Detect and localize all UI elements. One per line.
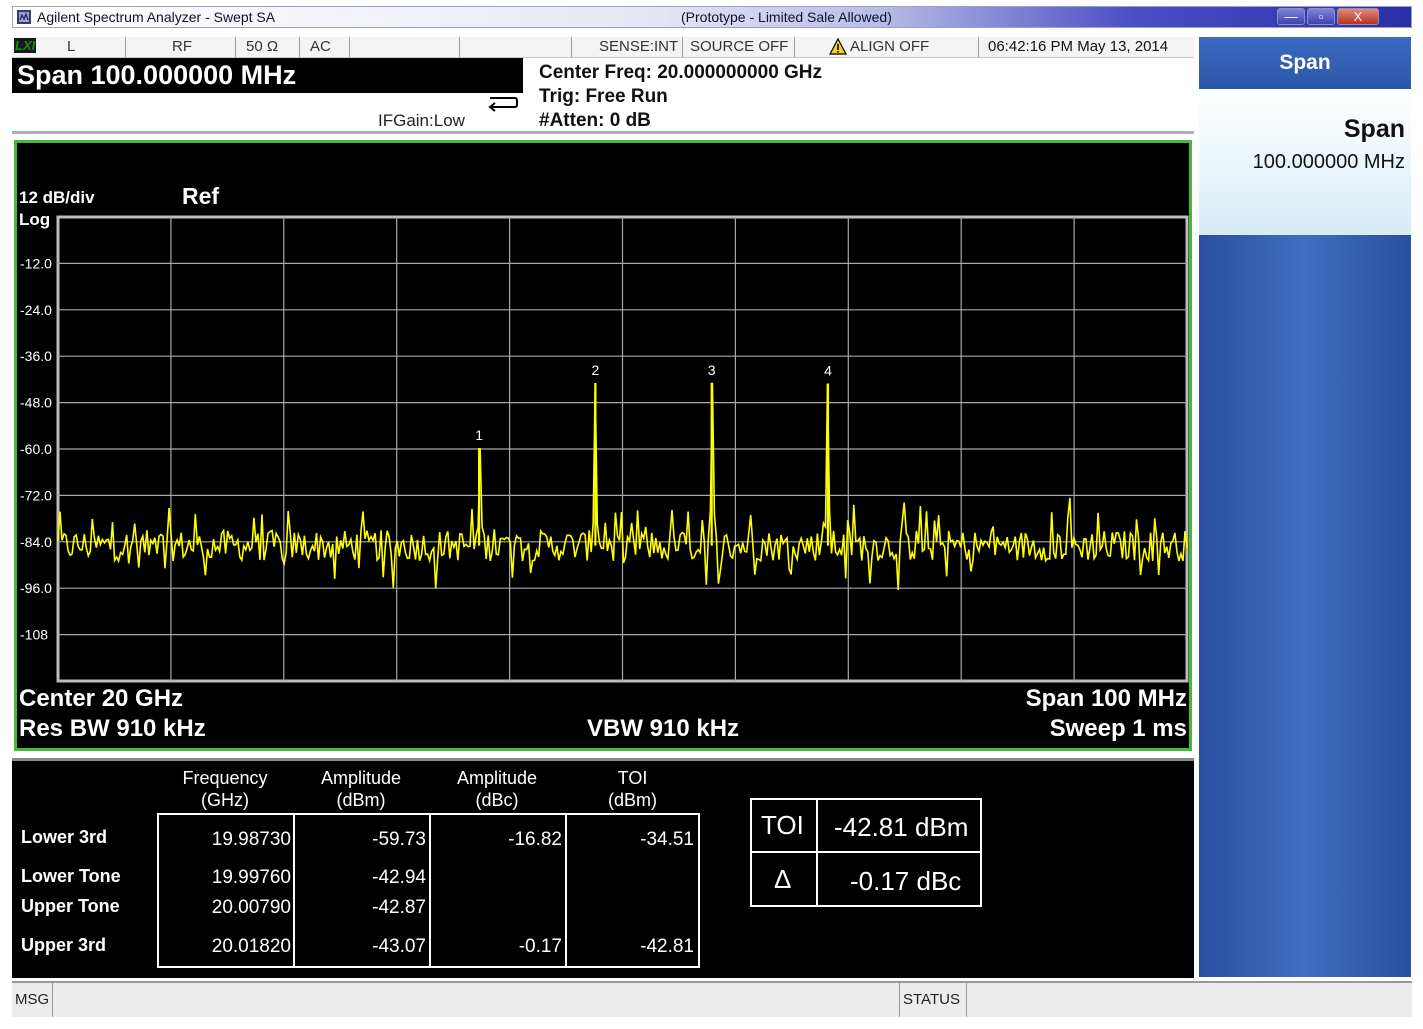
lxi-indicator: LXI	[14, 38, 37, 53]
y-tick-label: -96.0	[20, 580, 52, 596]
toi-summary-value: -42.81 dBm	[834, 812, 969, 842]
res-bw-label: Res BW 910 kHz	[19, 715, 206, 742]
ifgain-indicator: IFGain:Low	[378, 111, 465, 130]
maximize-button[interactable]: ▫	[1307, 8, 1335, 25]
row-label-lower-3rd: Lower 3rd	[21, 827, 108, 847]
toi-results-panel: Frequency (GHz) Amplitude (dBm) Amplitude(…	[12, 758, 1194, 978]
col-header-amplitude-dbc: Amplitude (dBc)	[456, 768, 538, 810]
span-label: Span 100 MHz	[1025, 685, 1187, 712]
col-header-amplitude-dbm: Amplitude (dBm)	[320, 768, 402, 810]
center-label: Center 20 GHz	[19, 685, 184, 712]
warning-icon	[829, 38, 847, 55]
align-indicator: ALIGN OFF	[850, 38, 930, 55]
toi-summary-box: TOI -42.81 dBm Δ -0.17 dBc	[750, 798, 982, 907]
marker-label: 1	[475, 427, 483, 443]
col-header-toi: TOI (dBm)	[608, 768, 657, 810]
measurement-settings: Center Freq: 20.000000000 GHz Trig: Free…	[539, 61, 822, 133]
cell-toi: -34.51	[640, 829, 694, 850]
cell-amp-dbm: -43.07	[372, 936, 426, 957]
vbw-label: VBW 910 kHz	[587, 715, 740, 742]
row-label-lower-tone: Lower Tone	[21, 866, 121, 886]
msg-label: MSG	[15, 991, 50, 1008]
y-tick-label: -60.0	[20, 441, 52, 457]
impedance-indicator: 50 Ω	[246, 38, 279, 55]
span-softkey-value: 100.000000 MHz	[1252, 151, 1405, 173]
header-divider	[12, 131, 1194, 134]
y-tick-label: -24.0	[20, 302, 52, 318]
y-tick-label: -36.0	[20, 348, 52, 364]
sense-indicator: SENSE:INT	[599, 38, 679, 55]
toi-summary-label: TOI	[761, 810, 804, 840]
cell-freq: 20.00790	[211, 897, 291, 918]
cell-amp-dbm: -42.87	[372, 897, 426, 918]
cell-amp-dbc: -0.17	[518, 936, 562, 957]
softkey-menu-title: Span	[1199, 37, 1411, 89]
col-header-frequency: Frequency (GHz)	[182, 768, 268, 810]
y-tick-label: -108	[20, 627, 48, 643]
window-title: Agilent Spectrum Analyzer - Swept SA	[37, 9, 276, 25]
window-subtitle: (Prototype - Limited Sale Allowed)	[681, 9, 892, 25]
status-bar: LXI L RF 50 Ω AC SENSE:INT SOURCE OFF AL…	[12, 37, 1194, 58]
row-label-upper-tone: Upper Tone	[21, 896, 120, 916]
y-tick-label: -48.0	[20, 395, 52, 411]
message-bar: MSG STATUS	[12, 981, 1412, 1017]
span-softkey-label: Span	[1343, 115, 1405, 143]
cell-freq: 20.01820	[211, 936, 291, 957]
marker-label: 3	[708, 362, 716, 378]
span-softkey[interactable]: Span 100.000000 MHz	[1199, 89, 1411, 235]
trig-label: Trig: Free Run	[539, 86, 668, 107]
status-label[interactable]: STATUS	[903, 991, 960, 1008]
marker-label: 4	[824, 363, 832, 379]
datetime: 06:42:16 PM May 13, 2014	[988, 38, 1169, 55]
rf-indicator: RF	[172, 38, 192, 55]
delta-summary-label: Δ	[774, 864, 792, 894]
row-label-upper-3rd: Upper 3rd	[21, 935, 107, 955]
continuous-sweep-icon	[488, 97, 518, 112]
spectrum-display: 12 dB/div Log Ref -12.0 -24.0 -36.0 -48.0 -6…	[14, 140, 1192, 751]
cell-amp-dbm: -42.94	[372, 867, 426, 888]
cell-amp-dbm: -59.73	[372, 829, 426, 850]
atten-label: #Atten: 0 dB	[539, 110, 651, 131]
minimize-button[interactable]: —	[1277, 8, 1305, 25]
marker-label: 2	[592, 362, 600, 378]
cell-toi: -42.81	[640, 936, 694, 957]
local-indicator: L	[67, 38, 76, 55]
center-freq-label: Center Freq: 20.000000000 GHz	[539, 62, 823, 83]
sweep-label: Sweep 1 ms	[1049, 715, 1187, 742]
trace-plot: -12.0 -24.0 -36.0 -48.0 -60.0 -72.0 -84.0 -96.0…	[20, 215, 1189, 683]
y-tick-label: -72.0	[20, 487, 52, 503]
app-icon	[17, 10, 31, 24]
delta-summary-value: -0.17 dBc	[850, 866, 962, 896]
cell-freq: 19.99760	[211, 867, 291, 888]
close-button[interactable]: X	[1337, 8, 1379, 25]
source-indicator: SOURCE OFF	[690, 38, 789, 55]
active-function-span: Span 100.000000 MHz	[12, 58, 523, 93]
y-tick-label: -12.0	[20, 255, 52, 271]
window-titlebar[interactable]: Agilent Spectrum Analyzer - Swept SA (Pr…	[12, 6, 1412, 28]
coupling-indicator: AC	[310, 38, 331, 55]
cell-amp-dbc: -16.82	[508, 829, 562, 850]
cell-freq: 19.98730	[211, 829, 291, 850]
softkey-panel: Span Span 100.000000 MHz	[1199, 37, 1411, 977]
results-table: 19.98730 -59.73 -16.82 -34.51 19.99760 -…	[157, 813, 700, 968]
y-tick-label: -84.0	[20, 534, 52, 550]
